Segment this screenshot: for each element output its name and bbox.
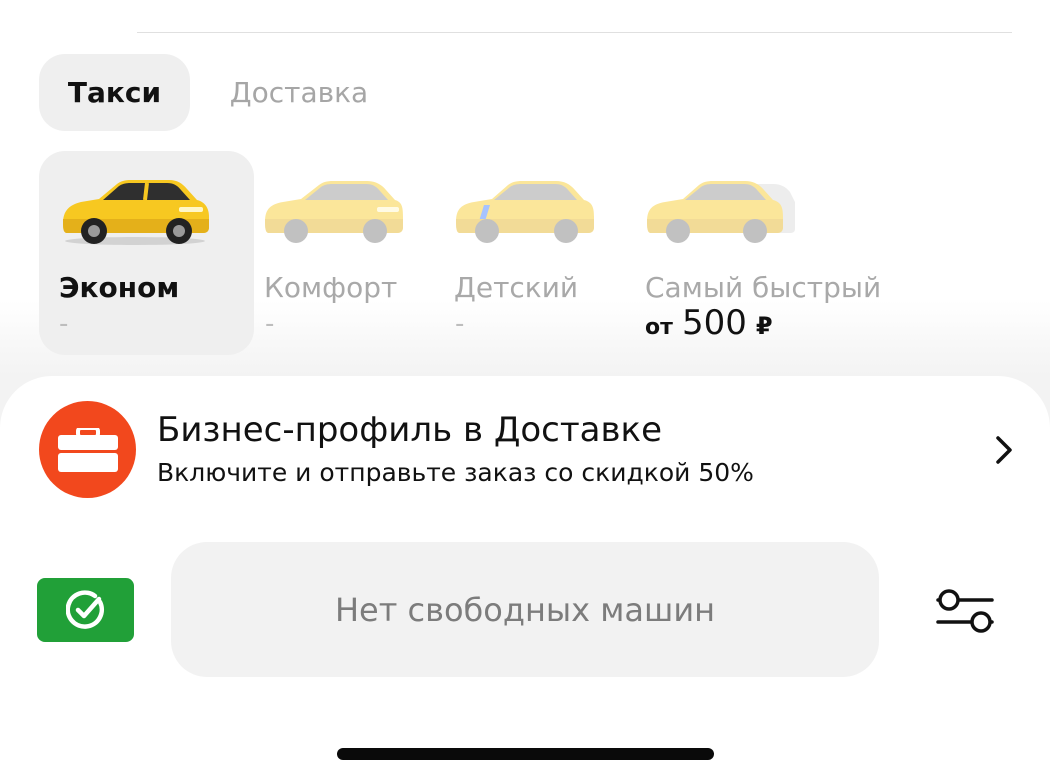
price-value: 500	[681, 303, 747, 343]
tariff-name-econom: Эконом	[59, 271, 180, 304]
tariff-card-comfort[interactable]: Комфорт -	[245, 151, 435, 355]
business-profile-banner[interactable]: Бизнес-профиль в Доставке Включите и отп…	[0, 376, 1050, 526]
price-currency: ₽	[755, 312, 773, 340]
fastest-car-icon	[647, 181, 795, 243]
tariff-card-fastest[interactable]: Самый быстрый от 500 ₽	[627, 151, 927, 355]
tariff-price-fastest: от 500 ₽	[645, 303, 773, 343]
tariff-name-fastest: Самый быстрый	[645, 271, 882, 304]
price-prefix: от	[645, 315, 673, 340]
order-button-label: Нет свободных машин	[334, 590, 716, 629]
tariff-card-child[interactable]: Детский -	[436, 151, 626, 355]
taxi-order-screen: Такси Доставка Эконом - Комфорт - Детски…	[0, 0, 1050, 781]
tab-delivery-label: Доставка	[229, 76, 369, 109]
top-divider	[137, 32, 1012, 33]
tariff-price-child: -	[455, 309, 465, 339]
tariff-name-comfort: Комфорт	[264, 271, 398, 304]
sber-check-icon	[65, 590, 104, 629]
tab-taxi[interactable]: Такси	[39, 54, 190, 131]
payment-method-button[interactable]	[37, 578, 134, 642]
briefcase-icon	[39, 401, 136, 498]
comfort-car-icon	[265, 181, 403, 243]
order-button[interactable]: Нет свободных машин	[171, 542, 879, 677]
promo-title: Бизнес-профиль в Доставке	[157, 410, 663, 450]
tariff-price-econom: -	[59, 309, 69, 339]
promo-subtitle: Включите и отправьте заказ со скидкой 50…	[157, 458, 754, 487]
tariff-price-comfort: -	[265, 309, 275, 339]
tab-delivery[interactable]: Доставка	[210, 54, 388, 131]
sliders-icon[interactable]	[932, 582, 998, 638]
tab-taxi-label: Такси	[67, 76, 162, 109]
economy-car-icon	[63, 180, 209, 245]
bottom-sheet: Бизнес-профиль в Доставке Включите и отп…	[0, 376, 1050, 781]
home-indicator	[337, 748, 714, 760]
chevron-right-icon	[996, 436, 1012, 464]
tariff-card-econom[interactable]: Эконом -	[39, 151, 254, 355]
tariff-name-child: Детский	[454, 271, 579, 304]
child-car-icon	[456, 181, 594, 243]
